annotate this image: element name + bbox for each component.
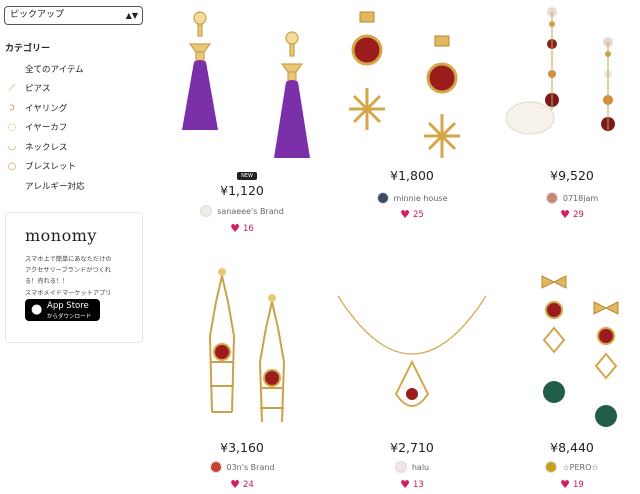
earcuff-icon: ◌ bbox=[7, 121, 17, 133]
sidebar: ピックアップ ▲▼ カテゴリー 全てのアイテム ⟋ ピアス ↄ イヤリング ◌ … bbox=[0, 0, 150, 494]
sort-select-value: ピックアップ bbox=[10, 10, 65, 20]
category-label: 全てのアイテム bbox=[25, 64, 84, 75]
category-list: 全てのアイテム ⟋ ピアス ↄ イヤリング ◌ イヤーカフ ◡ ネックレス ○ … bbox=[5, 59, 145, 196]
shop-avatar bbox=[376, 192, 389, 204]
promo-description: スマホ上で簡単にあなただけの アクセサリーブランドがつくれ る！売れる！！ スマ… bbox=[25, 256, 112, 297]
category-item-earring[interactable]: ↄ イヤリング bbox=[5, 98, 145, 118]
shop-info[interactable]: 03n's Brand bbox=[160, 461, 324, 473]
product-card[interactable]: ¥8,440 ☆PERO☆ ♥ 19 bbox=[490, 262, 640, 494]
shop-avatar bbox=[200, 205, 213, 217]
category-label: アレルギー対応 bbox=[25, 181, 85, 192]
product-grid: NEW ¥1,120 sanaeee's Brand ♥ 16 ¥1,800 m bbox=[160, 0, 640, 494]
product-image[interactable] bbox=[330, 262, 494, 432]
heart-icon: ♥ bbox=[230, 478, 241, 491]
product-image[interactable] bbox=[160, 0, 324, 168]
product-price: ¥9,520 bbox=[550, 168, 594, 183]
category-item-all[interactable]: 全てのアイテム bbox=[5, 59, 145, 79]
category-item-necklace[interactable]: ◡ ネックレス bbox=[5, 137, 145, 157]
category-label: イヤリング bbox=[25, 103, 68, 114]
shop-info[interactable]: minnie house bbox=[330, 192, 494, 204]
shop-name: minnie house bbox=[393, 193, 448, 203]
shop-avatar bbox=[545, 192, 558, 204]
product-price: ¥1,800 bbox=[390, 168, 434, 183]
product-card[interactable]: ¥1,800 minnie house ♥ 25 bbox=[330, 0, 494, 240]
heart-icon: ♥ bbox=[230, 222, 241, 235]
sort-select[interactable]: ピックアップ ▲▼ bbox=[4, 6, 143, 25]
heart-icon: ♥ bbox=[400, 208, 411, 221]
product-card[interactable]: ¥9,520 0718jam ♥ 29 bbox=[490, 0, 640, 240]
pierce-icon: ⟋ bbox=[8, 82, 16, 94]
necklace-icon: ◡ bbox=[7, 141, 17, 153]
like-count[interactable]: ♥ 16 bbox=[160, 222, 324, 235]
shop-avatar bbox=[209, 461, 222, 473]
product-image[interactable] bbox=[160, 262, 324, 432]
product-card[interactable]: NEW ¥1,120 sanaeee's Brand ♥ 16 bbox=[160, 0, 324, 240]
shop-name: ☆PERO☆ bbox=[562, 462, 599, 472]
shop-info[interactable]: sanaeee's Brand bbox=[160, 205, 324, 217]
product-image[interactable] bbox=[330, 0, 494, 168]
heart-icon: ♥ bbox=[560, 208, 571, 221]
product-image[interactable] bbox=[490, 0, 640, 168]
like-count[interactable]: ♥ 19 bbox=[490, 478, 640, 491]
shop-avatar bbox=[545, 461, 558, 473]
monomy-logo: monomy bbox=[25, 226, 97, 245]
category-item-earcuff[interactable]: ◌ イヤーカフ bbox=[5, 118, 145, 138]
product-price: ¥8,440 bbox=[550, 440, 594, 455]
shop-name: halu bbox=[411, 462, 430, 472]
app-store-sublabel: からダウンロード bbox=[47, 314, 92, 320]
product-card[interactable]: ¥3,160 03n's Brand ♥ 24 bbox=[160, 262, 324, 494]
new-badge: NEW bbox=[237, 172, 257, 180]
shop-name: 0718jam bbox=[562, 193, 599, 203]
like-count[interactable]: ♥ 13 bbox=[330, 478, 494, 491]
product-card[interactable]: ¥2,710 halu ♥ 13 bbox=[330, 262, 494, 494]
category-label: イヤーカフ bbox=[25, 123, 68, 134]
bracelet-icon: ○ bbox=[7, 160, 17, 172]
category-item-bracelet[interactable]: ○ ブレスレット bbox=[5, 157, 145, 177]
monomy-promo: monomy スマホ上で簡単にあなただけの アクセサリーブランドがつくれ る！売… bbox=[5, 212, 143, 343]
app-store-label: App Store bbox=[47, 301, 89, 311]
chevron-down-icon: ▲▼ bbox=[125, 11, 138, 20]
category-title: カテゴリー bbox=[5, 44, 51, 54]
product-image[interactable] bbox=[490, 262, 640, 432]
heart-icon: ♥ bbox=[560, 478, 571, 491]
shop-info[interactable]: halu bbox=[330, 461, 494, 473]
category-label: ブレスレット bbox=[25, 162, 77, 173]
heart-icon: ♥ bbox=[400, 478, 411, 491]
earring-icon: ↄ bbox=[9, 102, 15, 114]
shop-name: sanaeee's Brand bbox=[217, 206, 284, 216]
shop-avatar bbox=[394, 461, 407, 473]
category-label: ピアス bbox=[25, 84, 51, 95]
product-price: ¥3,160 bbox=[220, 440, 264, 455]
category-label: ネックレス bbox=[25, 142, 68, 153]
like-count[interactable]: ♥ 29 bbox=[490, 208, 640, 221]
category-item-pierce[interactable]: ⟋ ピアス bbox=[5, 79, 145, 99]
like-count[interactable]: ♥ 25 bbox=[330, 208, 494, 221]
shop-info[interactable]: 0718jam bbox=[490, 192, 640, 204]
shop-name: 03n's Brand bbox=[226, 462, 275, 472]
product-price: ¥2,710 bbox=[390, 440, 434, 455]
product-price: ¥1,120 bbox=[220, 183, 264, 198]
apple-icon: ● bbox=[31, 302, 43, 317]
like-count[interactable]: ♥ 24 bbox=[160, 478, 324, 491]
category-item-allergy[interactable]: アレルギー対応 bbox=[5, 176, 145, 196]
shop-info[interactable]: ☆PERO☆ bbox=[490, 461, 640, 473]
app-store-button[interactable]: ● App Store からダウンロード bbox=[25, 299, 100, 321]
